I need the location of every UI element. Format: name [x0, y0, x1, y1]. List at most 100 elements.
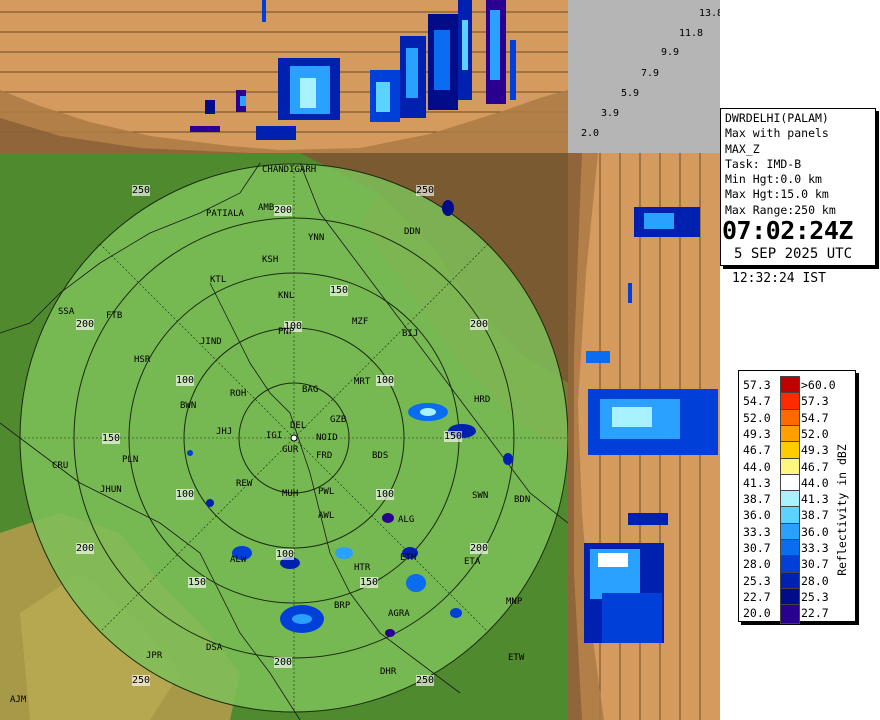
time-ist: 12:32:24 IST: [732, 271, 826, 286]
range-label: 100: [376, 375, 395, 386]
place-label: SSA: [58, 307, 75, 317]
place-label: MNP: [506, 597, 523, 607]
place-label: BAG: [302, 385, 319, 395]
legend-title-wrap: Reflectivity in dBZ: [835, 411, 855, 611]
place-label: MRT: [354, 377, 371, 387]
place-label: NOID: [316, 433, 338, 443]
place-label: JIND: [200, 337, 222, 347]
place-label: GUR: [282, 445, 299, 455]
place-label: ETA: [464, 557, 481, 567]
map-graphic: [0, 153, 568, 720]
place-label: KTL: [210, 275, 227, 285]
place-label: KNL: [278, 291, 295, 301]
place-label: MUH: [282, 489, 299, 499]
place-label: PWL: [318, 487, 335, 497]
height-tick: 11.8: [679, 28, 704, 39]
side-height-section-panel: [568, 153, 720, 720]
place-label: AGRA: [388, 609, 410, 619]
range-label: 100: [176, 375, 195, 386]
place-label: HSR: [134, 355, 151, 365]
place-label: ALG: [398, 515, 415, 525]
range-label: 250: [416, 185, 435, 196]
place-label: DHR: [380, 667, 397, 677]
range-label: 100: [176, 489, 195, 500]
place-label: DEL: [290, 421, 307, 431]
place-label: ROH: [230, 389, 247, 399]
top-echoes: [190, 0, 516, 140]
place-label: AJM: [10, 695, 27, 705]
place-label: ETH: [400, 553, 417, 563]
place-label: AWL: [318, 511, 335, 521]
range-label: 150: [188, 577, 207, 588]
range-label: 100: [276, 549, 295, 560]
place-label: ETW: [508, 653, 525, 663]
range-label: 200: [274, 205, 293, 216]
height-tick: 7.9: [641, 68, 660, 79]
legend-title: Reflectivity in dBZ: [835, 444, 849, 576]
place-label: FRD: [316, 451, 333, 461]
product-name: Max with panels: [725, 126, 829, 141]
place-label: SWN: [472, 491, 489, 501]
place-label: BIJ: [402, 329, 419, 339]
place-label: FTB: [106, 311, 123, 321]
side-section-graphic: [568, 153, 718, 720]
place-label: GZB: [330, 415, 347, 425]
range-label: 250: [132, 675, 151, 686]
ppi-map-panel: 100 100 100 100 100 100 150 150 150 150 …: [0, 153, 568, 720]
place-label: PNP: [278, 327, 295, 337]
legend-swatch: [780, 604, 800, 625]
date-utc: 5 SEP 2025 UTC: [734, 246, 853, 262]
place-label: HRD: [474, 395, 491, 405]
height-tick: 3.9: [601, 108, 620, 119]
place-label: REW: [236, 479, 253, 489]
range-label: 150: [330, 285, 349, 296]
place-label: MZF: [352, 317, 369, 327]
range-label: 100: [376, 489, 395, 500]
place-label: CRU: [52, 461, 69, 471]
station-name: DWRDELHI(PALAM): [725, 111, 829, 125]
range-label: 250: [132, 185, 151, 196]
reflectivity-legend: 57.3 >60.0 54.7 57.3 52.0 54.7 49.3 52.0 46.7 49.…: [738, 370, 856, 625]
place-label: PLN: [122, 455, 139, 465]
place-label: HTR: [354, 563, 371, 573]
side-echoes: [584, 207, 718, 643]
top-section-graphic: [0, 0, 568, 153]
task-name: Task: IMD-B: [725, 156, 802, 171]
place-label: BDN: [514, 495, 531, 505]
place-label: PATIALA: [206, 209, 244, 219]
range-label: 200: [274, 657, 293, 668]
legend-low-value: 20.0: [743, 606, 771, 621]
height-tick: 9.9: [661, 47, 680, 58]
place-label: AMB: [258, 203, 275, 213]
place-label: BWN: [180, 401, 197, 411]
top-height-section-panel: [0, 0, 568, 153]
height-tick: 2.0: [581, 128, 600, 139]
time-utc: 07:02:24Z: [722, 216, 853, 245]
min-height: Min Hgt:0.0 km: [725, 172, 822, 187]
height-scale-corner: 13.8 11.8 9.9 7.9 5.9 3.9 2.0: [568, 0, 720, 153]
place-label: YNN: [308, 233, 325, 243]
place-label: IGI: [266, 431, 283, 441]
max-height: Max Hgt:15.0 km: [725, 187, 829, 202]
place-label: DSA: [206, 643, 223, 653]
height-tick: 5.9: [621, 88, 640, 99]
range-label: 150: [360, 577, 379, 588]
place-label: DDN: [404, 227, 421, 237]
place-label: ALW: [230, 555, 247, 565]
place-label: BRP: [334, 601, 351, 611]
place-label: CHANDIGARH: [262, 165, 317, 175]
field-name: MAX_Z: [725, 141, 760, 156]
range-label: 200: [76, 543, 95, 554]
place-label: JHJ: [216, 427, 233, 437]
place-label: KSH: [262, 255, 279, 265]
height-tick: 13.8: [699, 8, 720, 19]
range-label: 250: [416, 675, 435, 686]
range-label: 150: [444, 431, 463, 442]
range-label: 150: [102, 433, 121, 444]
place-label: JPR: [146, 651, 163, 661]
place-label: JHUN: [100, 485, 122, 495]
range-label: 200: [470, 319, 489, 330]
range-label: 200: [76, 319, 95, 330]
place-label: BDS: [372, 451, 389, 461]
range-label: 200: [470, 543, 489, 554]
